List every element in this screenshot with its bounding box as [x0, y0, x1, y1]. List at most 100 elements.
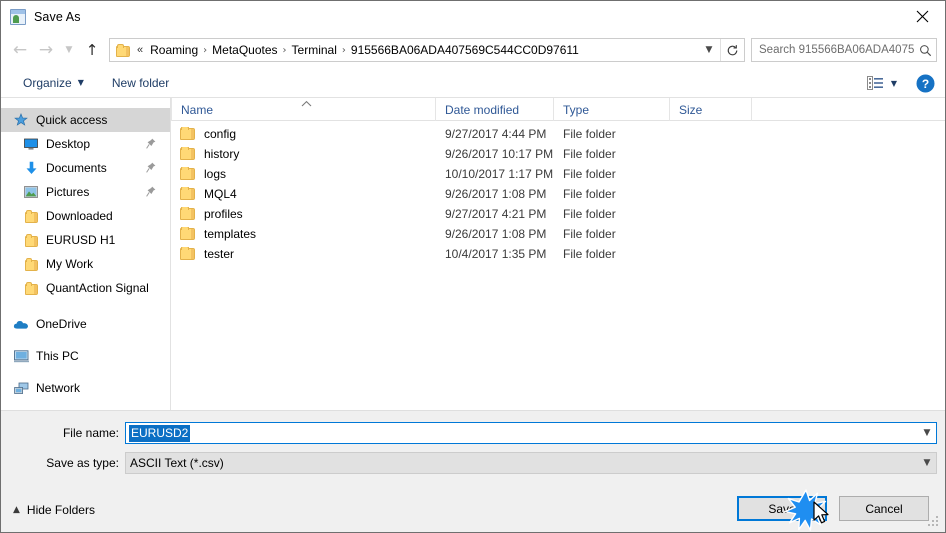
organize-button[interactable]: Organize ▼: [15, 73, 92, 93]
refresh-icon[interactable]: [720, 39, 744, 61]
file-type-cell: File folder: [563, 227, 616, 241]
folder-icon: [180, 247, 195, 260]
dialog-body: Quick access Desktop Documents Pictures …: [1, 98, 945, 410]
folder-icon: [23, 280, 39, 296]
save-as-type-chevron-down-icon[interactable]: ▼: [918, 453, 936, 473]
file-name-label: File name:: [62, 426, 119, 440]
column-header-label: Size: [679, 102, 703, 117]
sidebar-item-label: Downloaded: [46, 209, 113, 223]
file-name-row: File name: EURUSD2 ▼: [1, 422, 945, 444]
file-name-label: profiles: [204, 207, 243, 221]
pin-icon[interactable]: [146, 138, 156, 150]
column-header-label: Name: [181, 102, 214, 117]
pin-icon[interactable]: [146, 162, 156, 174]
cloud-icon: [13, 316, 29, 332]
back-glyph: ←: [12, 39, 28, 60]
sidebar-item-quantaction-signal[interactable]: QuantAction Signal: [1, 276, 170, 300]
folder-icon: [180, 207, 195, 220]
search-placeholder: Search 915566BA06ADA40756...: [759, 44, 914, 56]
search-icon[interactable]: [914, 44, 936, 57]
folder-icon: [23, 208, 39, 224]
folder-icon: [180, 147, 195, 160]
column-header-name[interactable]: Name: [171, 98, 436, 121]
table-row[interactable]: MQL4 9/26/2017 1:08 PM File folder: [171, 184, 945, 204]
search-input[interactable]: Search 915566BA06ADA40756...: [751, 38, 937, 62]
file-date-cell: 9/27/2017 4:21 PM: [445, 207, 547, 221]
new-folder-button[interactable]: New folder: [104, 73, 177, 93]
sidebar-item-my-work[interactable]: My Work: [1, 252, 170, 276]
file-date-cell: 9/26/2017 1:08 PM: [445, 187, 547, 201]
forward-icon[interactable]: →: [33, 37, 59, 63]
sidebar-item-label: My Work: [46, 257, 94, 271]
sidebar-item-desktop[interactable]: Desktop: [1, 132, 170, 156]
list-view-icon[interactable]: [865, 74, 887, 92]
view-chevron-down-icon[interactable]: ▼: [891, 79, 903, 88]
hide-folders-button[interactable]: ▲ Hide Folders: [13, 503, 95, 517]
help-icon[interactable]: ?: [915, 73, 935, 93]
table-row[interactable]: config 9/27/2017 4:44 PM File folder: [171, 124, 945, 144]
sidebar-item-downloaded[interactable]: Downloaded: [1, 204, 170, 228]
back-icon[interactable]: ←: [7, 37, 33, 63]
sidebar-item-documents[interactable]: Documents: [1, 156, 170, 180]
save-as-dialog: Save As ← → ▼ ↑ « Roaming › MetaQuotes ›…: [0, 0, 946, 533]
sidebar-item-label: Documents: [46, 161, 107, 175]
cancel-button-label: Cancel: [865, 501, 903, 516]
window-title: Save As: [34, 9, 81, 24]
file-type-cell: File folder: [563, 187, 616, 201]
sidebar-item-quick-access[interactable]: Quick access: [1, 108, 170, 132]
file-name-cell: logs: [171, 167, 436, 181]
file-rows: config 9/27/2017 4:44 PM File folder his…: [171, 121, 945, 410]
breadcrumb-item-terminal-id[interactable]: 915566BA06ADA407569C544CC0D97611: [347, 41, 583, 59]
table-row[interactable]: templates 9/26/2017 1:08 PM File folder: [171, 224, 945, 244]
navigation-bar: ← → ▼ ↑ « Roaming › MetaQuotes › Termina…: [1, 32, 945, 68]
file-type-cell: File folder: [563, 207, 616, 221]
pin-icon[interactable]: [146, 186, 156, 198]
network-icon: [13, 380, 29, 396]
save-as-type-select[interactable]: ASCII Text (*.csv) ▼: [125, 452, 937, 474]
breadcrumb-item-terminal[interactable]: Terminal: [288, 41, 341, 59]
picture-icon: [23, 184, 39, 200]
file-date-cell: 10/10/2017 1:17 PM: [445, 167, 554, 181]
column-header-type[interactable]: Type: [554, 98, 670, 121]
address-bar[interactable]: « Roaming › MetaQuotes › Terminal › 9155…: [109, 38, 745, 62]
table-row[interactable]: logs 10/10/2017 1:17 PM File folder: [171, 164, 945, 184]
sort-ascending-icon: [300, 98, 313, 107]
breadcrumb-overflow[interactable]: «: [137, 44, 146, 56]
column-header-date-modified[interactable]: Date modified: [436, 98, 554, 121]
table-row[interactable]: profiles 9/27/2017 4:21 PM File folder: [171, 204, 945, 224]
resize-grip-icon[interactable]: [928, 516, 941, 529]
title-bar: Save As: [1, 1, 945, 32]
up-icon[interactable]: ↑: [79, 37, 105, 63]
save-button[interactable]: Save: [737, 496, 827, 521]
column-headers: Name Date modified Type Size: [171, 98, 945, 121]
table-row[interactable]: tester 10/4/2017 1:35 PM File folder: [171, 244, 945, 264]
file-name-input[interactable]: EURUSD2 ▼: [125, 422, 937, 444]
sidebar-item-this-pc[interactable]: This PC: [1, 344, 170, 368]
save-as-window-icon: [10, 8, 26, 25]
sidebar-item-label: QuantAction Signal: [46, 281, 149, 295]
sidebar-item-network[interactable]: Network: [1, 376, 170, 400]
column-header-label: Type: [563, 102, 590, 117]
sidebar-item-onedrive[interactable]: OneDrive: [1, 312, 170, 336]
monitor-icon: [23, 136, 39, 152]
file-name-label: logs: [204, 167, 227, 181]
file-name-label: tester: [204, 247, 235, 261]
address-chevron-down-icon[interactable]: ▼: [698, 39, 720, 61]
close-icon[interactable]: [899, 1, 945, 31]
chevron-down-icon: ▼: [77, 78, 84, 87]
folder-icon: [180, 167, 195, 180]
save-as-type-value: ASCII Text (*.csv): [130, 456, 224, 470]
download-icon: [23, 160, 39, 176]
file-name-chevron-down-icon[interactable]: ▼: [918, 423, 936, 443]
breadcrumb-item-roaming[interactable]: Roaming: [146, 41, 202, 59]
sidebar-item-eurusd-h1[interactable]: EURUSD H1: [1, 228, 170, 252]
file-date-cell: 9/27/2017 4:44 PM: [445, 127, 547, 141]
folder-icon: [23, 232, 39, 248]
command-toolbar: Organize ▼ New folder ▼ ?: [1, 68, 945, 98]
cancel-button[interactable]: Cancel: [839, 496, 929, 521]
column-header-size[interactable]: Size: [670, 98, 752, 121]
table-row[interactable]: history 9/26/2017 10:17 PM File folder: [171, 144, 945, 164]
recent-locations-chevron-down-icon[interactable]: ▼: [59, 37, 79, 63]
breadcrumb-item-metaquotes[interactable]: MetaQuotes: [208, 41, 281, 59]
sidebar-item-pictures[interactable]: Pictures: [1, 180, 170, 204]
